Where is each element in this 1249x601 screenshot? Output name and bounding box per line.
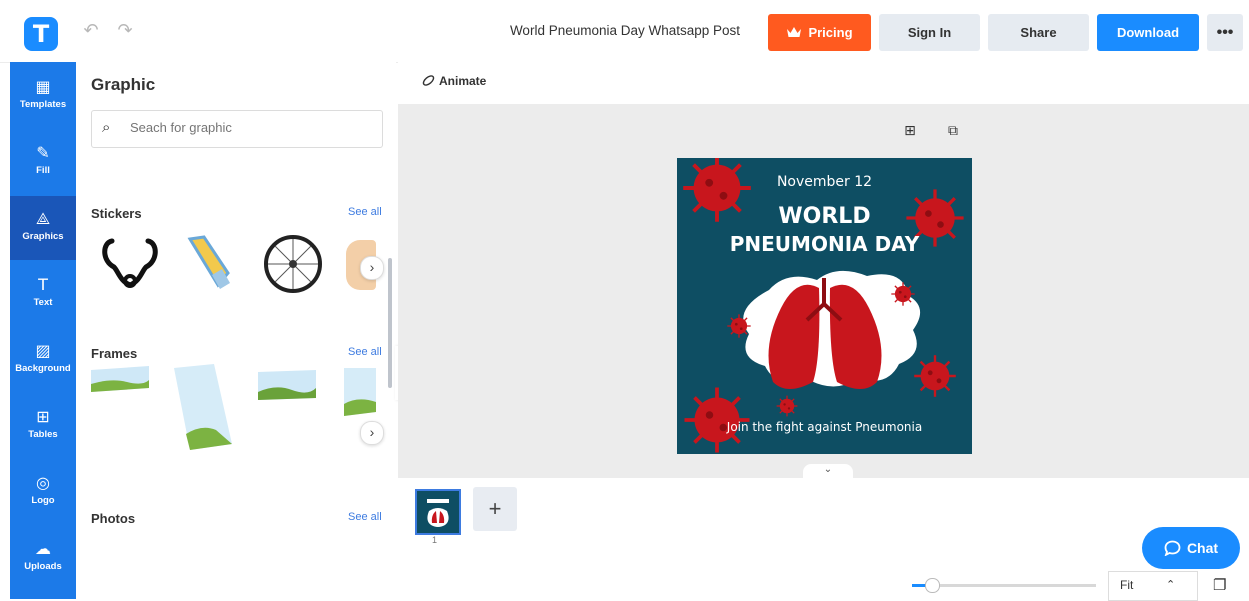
more-options-button[interactable]: •••	[1207, 14, 1243, 51]
design-canvas[interactable]: November 12 WORLD PNEUMONIA DAY Join the…	[677, 158, 972, 454]
sidebar-item-label: Background	[15, 363, 71, 374]
animate-icon	[422, 75, 435, 86]
sign-in-button[interactable]: Sign In	[879, 14, 980, 51]
sidebar-item-fill[interactable]: ✎ Fill	[10, 130, 76, 194]
panel-scrollbar[interactable]	[388, 258, 392, 388]
redo-icon[interactable]: ↷	[114, 20, 136, 41]
logo-icon: ◎	[36, 473, 50, 492]
frame-portrait[interactable]	[172, 364, 234, 450]
frame-landscape-1[interactable]	[91, 366, 149, 394]
stickers-next-button[interactable]: ›	[360, 256, 384, 280]
wheel-sticker[interactable]	[262, 233, 324, 295]
photos-title: Photos	[91, 511, 136, 526]
pricing-button[interactable]: Pricing	[768, 14, 871, 51]
chat-label: Chat	[1186, 540, 1219, 556]
chat-button[interactable]: Chat	[1142, 527, 1240, 569]
sidebar-item-tables[interactable]: ⊞ Tables	[10, 394, 76, 458]
sidebar-item-label: Templates	[19, 99, 67, 110]
sidebar-item-label: Graphics	[22, 231, 64, 242]
poster-date: November 12	[776, 174, 873, 190]
frame-landscape-2[interactable]	[258, 370, 316, 400]
sidebar-item-background[interactable]: ▨ Background	[10, 328, 76, 392]
bandage-sticker[interactable]	[182, 233, 240, 293]
crown-icon	[787, 27, 802, 37]
duplicate-icon[interactable]: ⧉	[944, 123, 962, 141]
add-page-icon[interactable]: ⊞	[901, 123, 919, 141]
stickers-title: Stickers	[91, 206, 142, 221]
share-button[interactable]: Share	[988, 14, 1089, 51]
pricing-label: Pricing	[808, 25, 853, 40]
frames-next-button[interactable]: ›	[360, 421, 384, 445]
sidebar-item-label: Uploads	[24, 561, 62, 572]
sidebar-rail: ▦ Templates ✎ Fill ⟁ Graphics T Text ▨ B…	[10, 62, 76, 599]
chevron-up-icon[interactable]: ⌃	[1166, 578, 1175, 591]
sidebar-item-logo[interactable]: ◎ Logo	[10, 460, 76, 524]
pencil-icon: ✎	[36, 143, 50, 162]
sidebar-item-text[interactable]: T Text	[10, 262, 76, 326]
document-title[interactable]: World Pneumonia Day Whatsapp Post	[480, 23, 770, 38]
page-number: 1	[432, 535, 438, 545]
sidebar-item-label: Fill	[36, 165, 50, 176]
frames-see-all-link[interactable]: See all	[348, 346, 382, 358]
search-input[interactable]	[128, 119, 372, 136]
animate-toolbar	[398, 62, 1249, 105]
graphic-search[interactable]: ⌕	[91, 110, 383, 148]
sidebar-item-label: Logo	[31, 495, 55, 506]
sidebar-item-graphics[interactable]: ⟁ Graphics	[10, 196, 76, 260]
zoom-fit-label: Fit	[1120, 578, 1134, 592]
stickers-see-all-link[interactable]: See all	[348, 206, 382, 218]
poster-artwork	[681, 158, 966, 454]
sidebar-item-uploads[interactable]: ☁ Uploads	[10, 526, 76, 590]
stethoscope-sticker[interactable]	[100, 233, 160, 293]
search-icon: ⌕	[102, 118, 111, 136]
cloud-upload-icon: ☁	[35, 539, 51, 558]
download-button[interactable]: Download	[1097, 14, 1199, 51]
sidebar-item-label: Tables	[28, 429, 58, 440]
add-page-button[interactable]: +	[473, 487, 517, 531]
app-logo[interactable]: T	[24, 17, 58, 51]
frame-landscape-3[interactable]	[340, 368, 376, 416]
poster-title-line2: PNEUMONIA DAY	[729, 232, 920, 256]
chat-bubble-icon	[1164, 540, 1181, 557]
shapes-icon: ⟁	[35, 209, 51, 228]
page-thumbnail[interactable]	[415, 489, 461, 535]
background-icon: ▨	[35, 341, 51, 360]
templates-icon: ▦	[35, 77, 51, 96]
poster-tagline: Join the fight against Pneumonia	[726, 420, 923, 434]
animate-label: Animate	[439, 74, 487, 88]
thumbnail-artwork	[417, 491, 459, 533]
animate-button[interactable]: Animate	[422, 74, 486, 88]
zoom-slider-handle[interactable]	[925, 578, 940, 593]
photos-see-all-link[interactable]: See all	[348, 511, 382, 523]
undo-icon[interactable]: ↶	[80, 20, 102, 41]
table-icon: ⊞	[36, 407, 50, 426]
poster-title-line1: WORLD	[778, 204, 871, 229]
page-count-icon[interactable]: ❐	[1213, 576, 1226, 594]
sidebar-item-templates[interactable]: ▦ Templates	[10, 64, 76, 128]
sidebar-item-label: Text	[33, 297, 53, 308]
panel-title: Graphic	[91, 75, 156, 94]
text-icon: T	[38, 275, 48, 294]
frames-title: Frames	[91, 346, 138, 361]
